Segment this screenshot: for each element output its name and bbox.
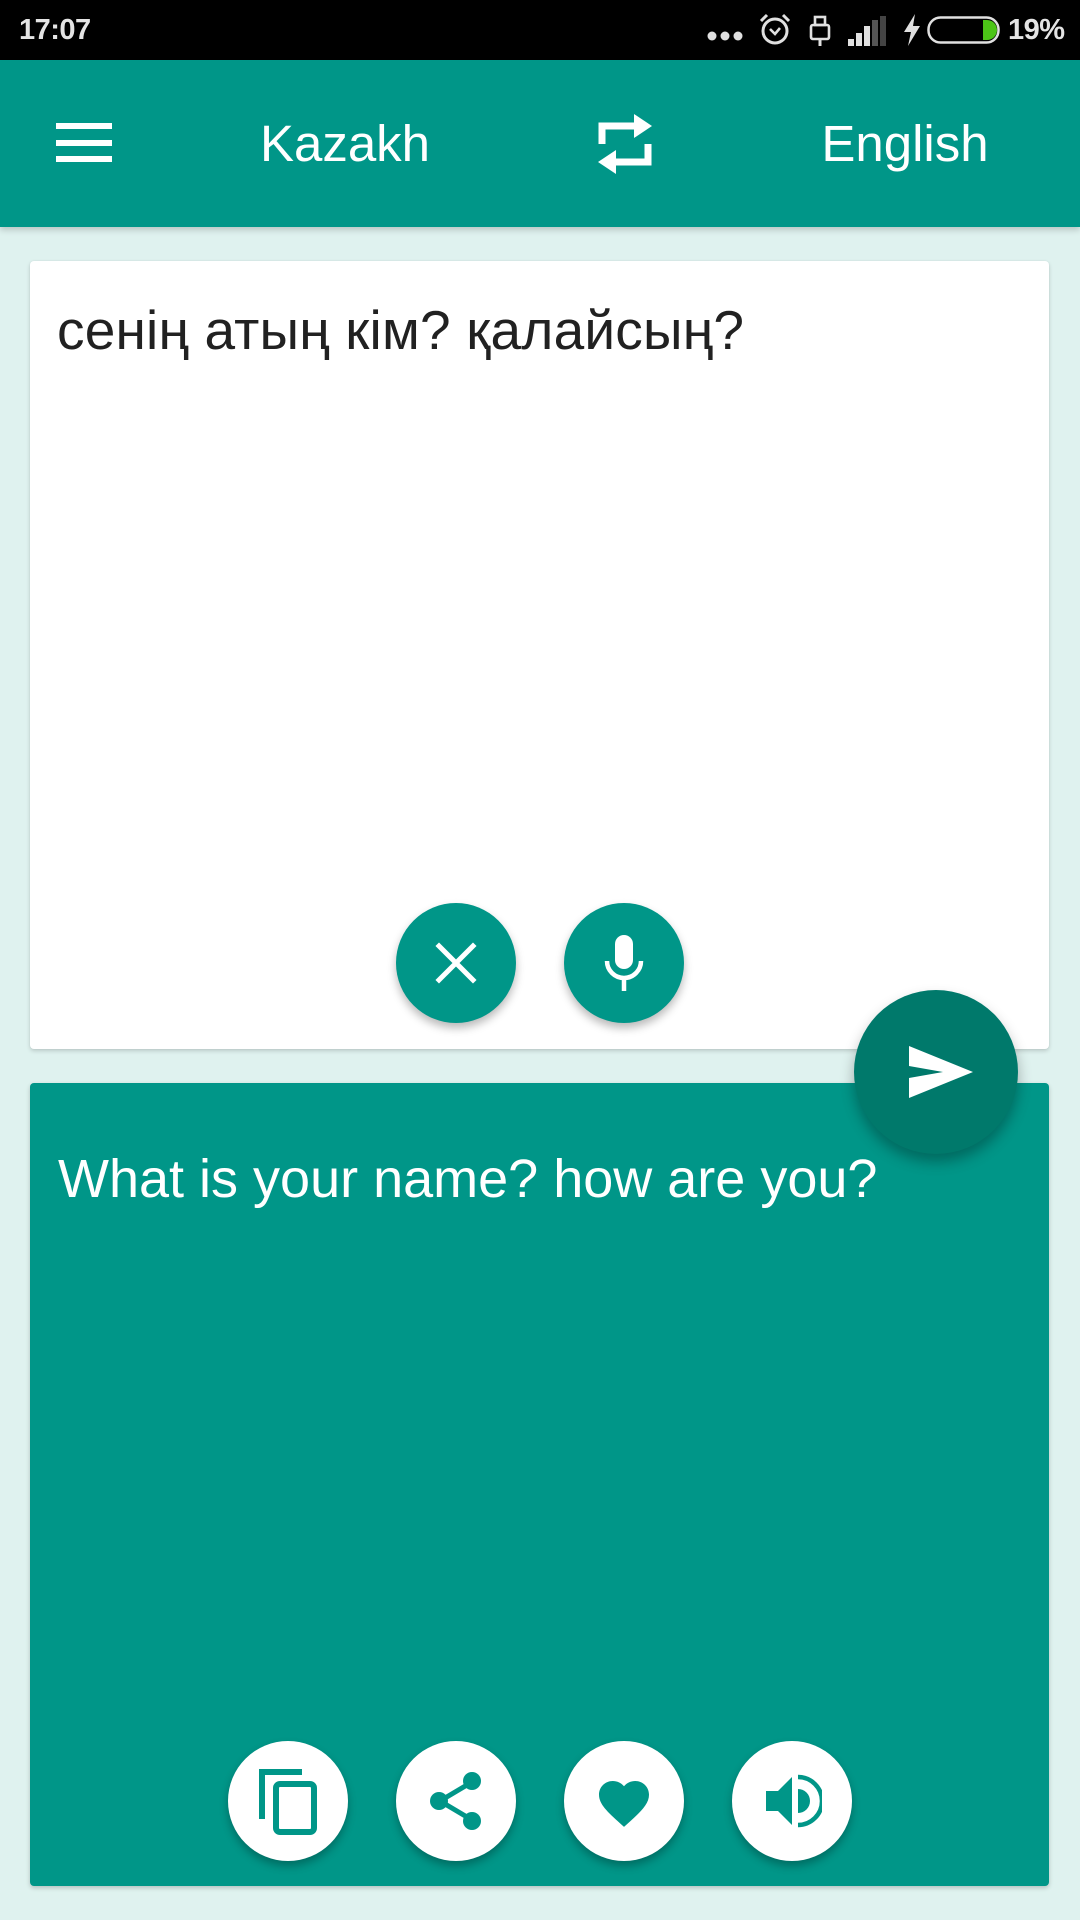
speaker-icon bbox=[766, 1774, 822, 1828]
close-icon bbox=[435, 942, 477, 984]
microphone-button[interactable] bbox=[564, 903, 684, 1023]
charging-bolt-icon bbox=[904, 14, 920, 46]
usb-icon bbox=[809, 15, 831, 46]
send-icon bbox=[909, 1046, 973, 1098]
input-card: сенің атың кім? қалайсың? bbox=[30, 261, 1049, 1049]
translated-text: What is your name? how are you? bbox=[58, 1149, 878, 1209]
copy-button[interactable] bbox=[228, 1741, 348, 1861]
speak-button[interactable] bbox=[732, 1741, 852, 1861]
menu-button[interactable] bbox=[44, 110, 124, 180]
status-bar: 17:07 19% bbox=[0, 0, 1080, 60]
translate-send-button[interactable] bbox=[854, 990, 1018, 1154]
battery-icon bbox=[927, 16, 1000, 44]
alarm-icon bbox=[759, 13, 791, 45]
battery-percent: 19% bbox=[1008, 14, 1065, 46]
output-card: What is your name? how are you? bbox=[30, 1083, 1049, 1886]
favorite-button[interactable] bbox=[564, 1741, 684, 1861]
swap-languages-button[interactable] bbox=[590, 108, 660, 180]
signal-icon bbox=[848, 16, 886, 46]
more-notifications-icon bbox=[707, 31, 743, 41]
swap-languages-icon bbox=[598, 114, 652, 174]
source-text-input[interactable]: сенің атың кім? қалайсың? bbox=[57, 297, 1017, 363]
target-language-selector[interactable]: English bbox=[780, 113, 1030, 175]
share-button[interactable] bbox=[396, 1741, 516, 1861]
copy-icon bbox=[259, 1769, 317, 1835]
status-time: 17:07 bbox=[19, 14, 91, 46]
share-icon bbox=[430, 1772, 481, 1830]
source-language-selector[interactable]: Kazakh bbox=[225, 113, 465, 175]
clear-button[interactable] bbox=[396, 903, 516, 1023]
microphone-icon bbox=[604, 935, 644, 991]
heart-icon bbox=[599, 1781, 649, 1827]
